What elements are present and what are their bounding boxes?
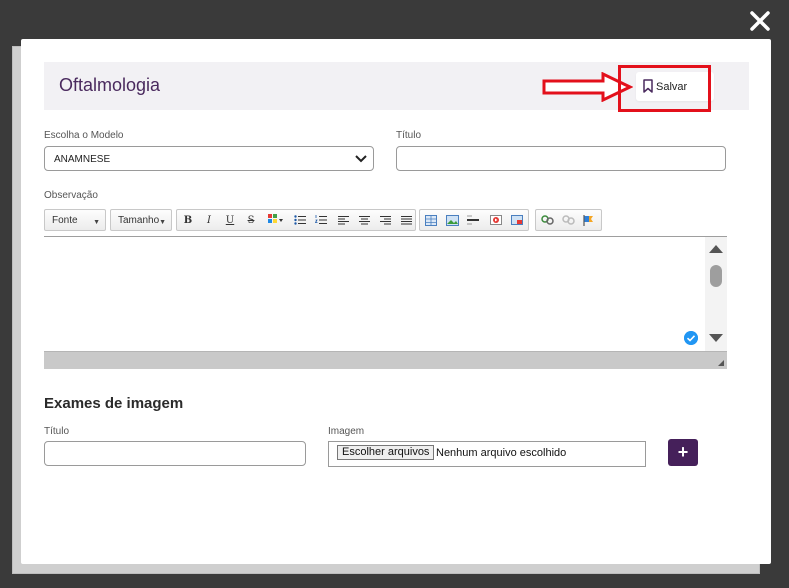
observation-editor[interactable]: [44, 236, 727, 352]
observation-label: Observação: [44, 190, 98, 201]
text-color-button[interactable]: [267, 212, 285, 228]
table-button[interactable]: [422, 212, 440, 228]
editor-scrollbar[interactable]: [705, 237, 727, 352]
editor-toolbar: Fonte ▼ Tamanho ▼ B I U S: [44, 209, 726, 233]
underline-button[interactable]: U: [221, 212, 239, 228]
video-button[interactable]: [487, 212, 505, 228]
size-dropdown[interactable]: Tamanho ▼: [110, 209, 172, 231]
align-center-icon: [358, 215, 370, 224]
scroll-up-icon[interactable]: [709, 245, 723, 253]
bulleted-list-icon: [294, 215, 306, 225]
horizontal-rule-icon: [467, 215, 479, 225]
page-title: Oftalmologia: [59, 75, 161, 95]
numbered-list-button[interactable]: [312, 212, 330, 228]
justify-icon: [400, 215, 412, 224]
editor-status-bar: [44, 351, 727, 369]
align-left-icon: [337, 215, 349, 224]
font-dropdown[interactable]: Fonte ▼: [44, 209, 106, 231]
video-icon: [490, 215, 502, 225]
image-title-input[interactable]: [44, 441, 306, 466]
strikethrough-button[interactable]: S: [242, 212, 260, 228]
modal-header: Oftalmologia Salvar: [44, 62, 749, 110]
save-button-label: Salvar: [656, 80, 688, 93]
image-file-input[interactable]: Escolher arquivos Nenhum arquivo escolhi…: [328, 441, 646, 467]
model-select[interactable]: ANAMNESE: [44, 146, 374, 171]
italic-button[interactable]: I: [200, 212, 218, 228]
link-icon: [540, 215, 554, 225]
scrollbar-thumb[interactable]: [710, 265, 722, 287]
table-icon: [425, 214, 437, 226]
bookmark-icon: [643, 79, 653, 93]
image-label: Imagem: [328, 426, 365, 437]
title-label: Título: [396, 130, 422, 141]
size-dropdown-label: Tamanho: [118, 215, 160, 226]
align-right-button[interactable]: [376, 212, 394, 228]
close-icon[interactable]: [749, 10, 771, 32]
model-select-value: ANAMNESE: [54, 154, 111, 165]
link-group: [535, 209, 602, 231]
numbered-list-icon: [315, 215, 327, 224]
image-title-label: Título: [44, 426, 70, 437]
image-button[interactable]: [443, 212, 461, 228]
horizontal-rule-button[interactable]: [464, 212, 482, 228]
flag-icon: [583, 214, 593, 226]
unlink-icon: [561, 215, 575, 225]
image-icon: [445, 214, 459, 226]
file-status-text: Nenhum arquivo escolhido: [436, 447, 567, 459]
add-image-button[interactable]: +: [668, 439, 698, 466]
choose-files-button[interactable]: Escolher arquivos: [337, 445, 435, 460]
insert-group: [419, 209, 529, 231]
iframe-icon: [511, 215, 523, 225]
bold-button[interactable]: B: [179, 212, 197, 228]
format-group: B I U S: [176, 209, 416, 231]
caret-down-icon: ▼: [93, 219, 100, 226]
align-left-button[interactable]: [334, 212, 352, 228]
caret-down-icon: ▼: [159, 219, 166, 226]
images-section-heading: Exames de imagem: [44, 395, 184, 412]
model-label: Escolha o Modelo: [44, 130, 124, 141]
save-button[interactable]: Salvar: [636, 72, 714, 101]
resize-handle-icon[interactable]: [718, 360, 724, 366]
iframe-button[interactable]: [508, 212, 526, 228]
align-center-button[interactable]: [355, 212, 373, 228]
chevron-down-icon: [355, 155, 367, 163]
unlink-button[interactable]: [559, 212, 577, 228]
modal-dialog: Oftalmologia Salvar Escolha o Modelo ANA…: [21, 39, 771, 564]
annotation-arrow-icon: [542, 72, 633, 102]
palette-icon: [268, 214, 283, 223]
scroll-down-icon[interactable]: [709, 334, 723, 342]
spellcheck-icon[interactable]: [684, 331, 698, 345]
bulleted-list-button[interactable]: [291, 212, 309, 228]
link-button[interactable]: [538, 212, 556, 228]
align-right-icon: [379, 215, 391, 224]
justify-button[interactable]: [397, 212, 415, 228]
anchor-button[interactable]: [580, 212, 598, 228]
title-input[interactable]: [396, 146, 726, 171]
font-dropdown-label: Fonte: [52, 215, 78, 226]
